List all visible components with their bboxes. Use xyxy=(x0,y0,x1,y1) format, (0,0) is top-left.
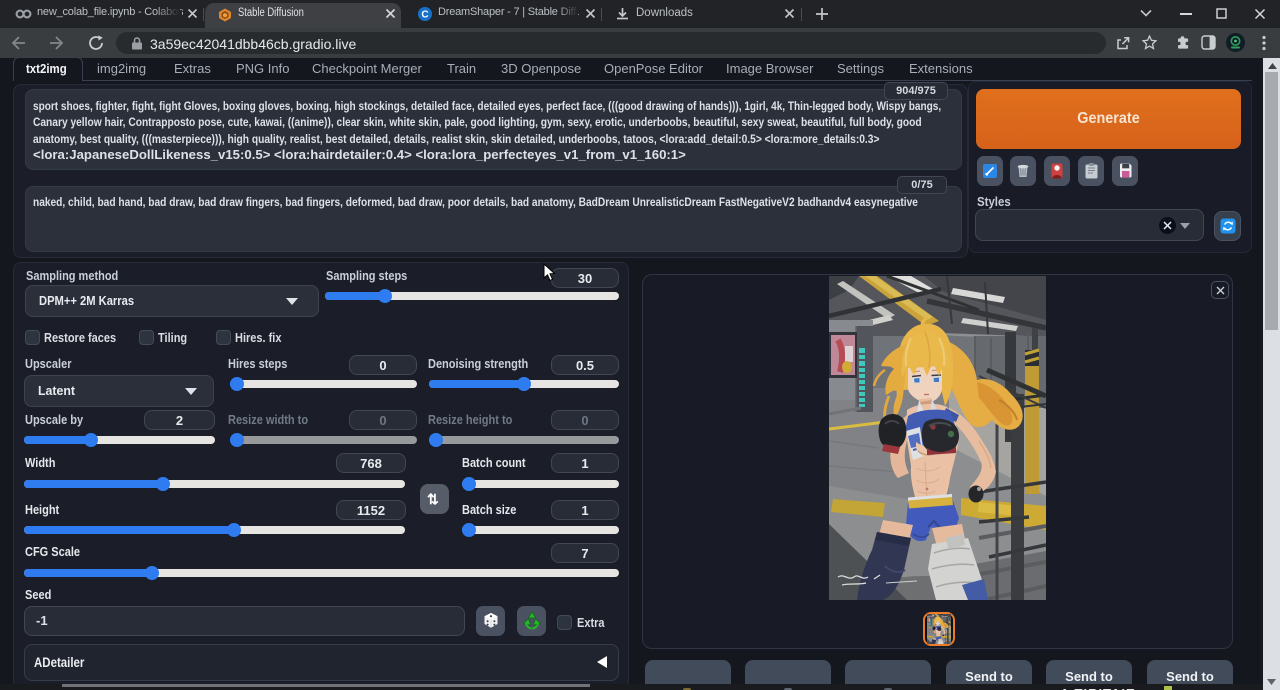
svg-text:C: C xyxy=(421,10,428,21)
